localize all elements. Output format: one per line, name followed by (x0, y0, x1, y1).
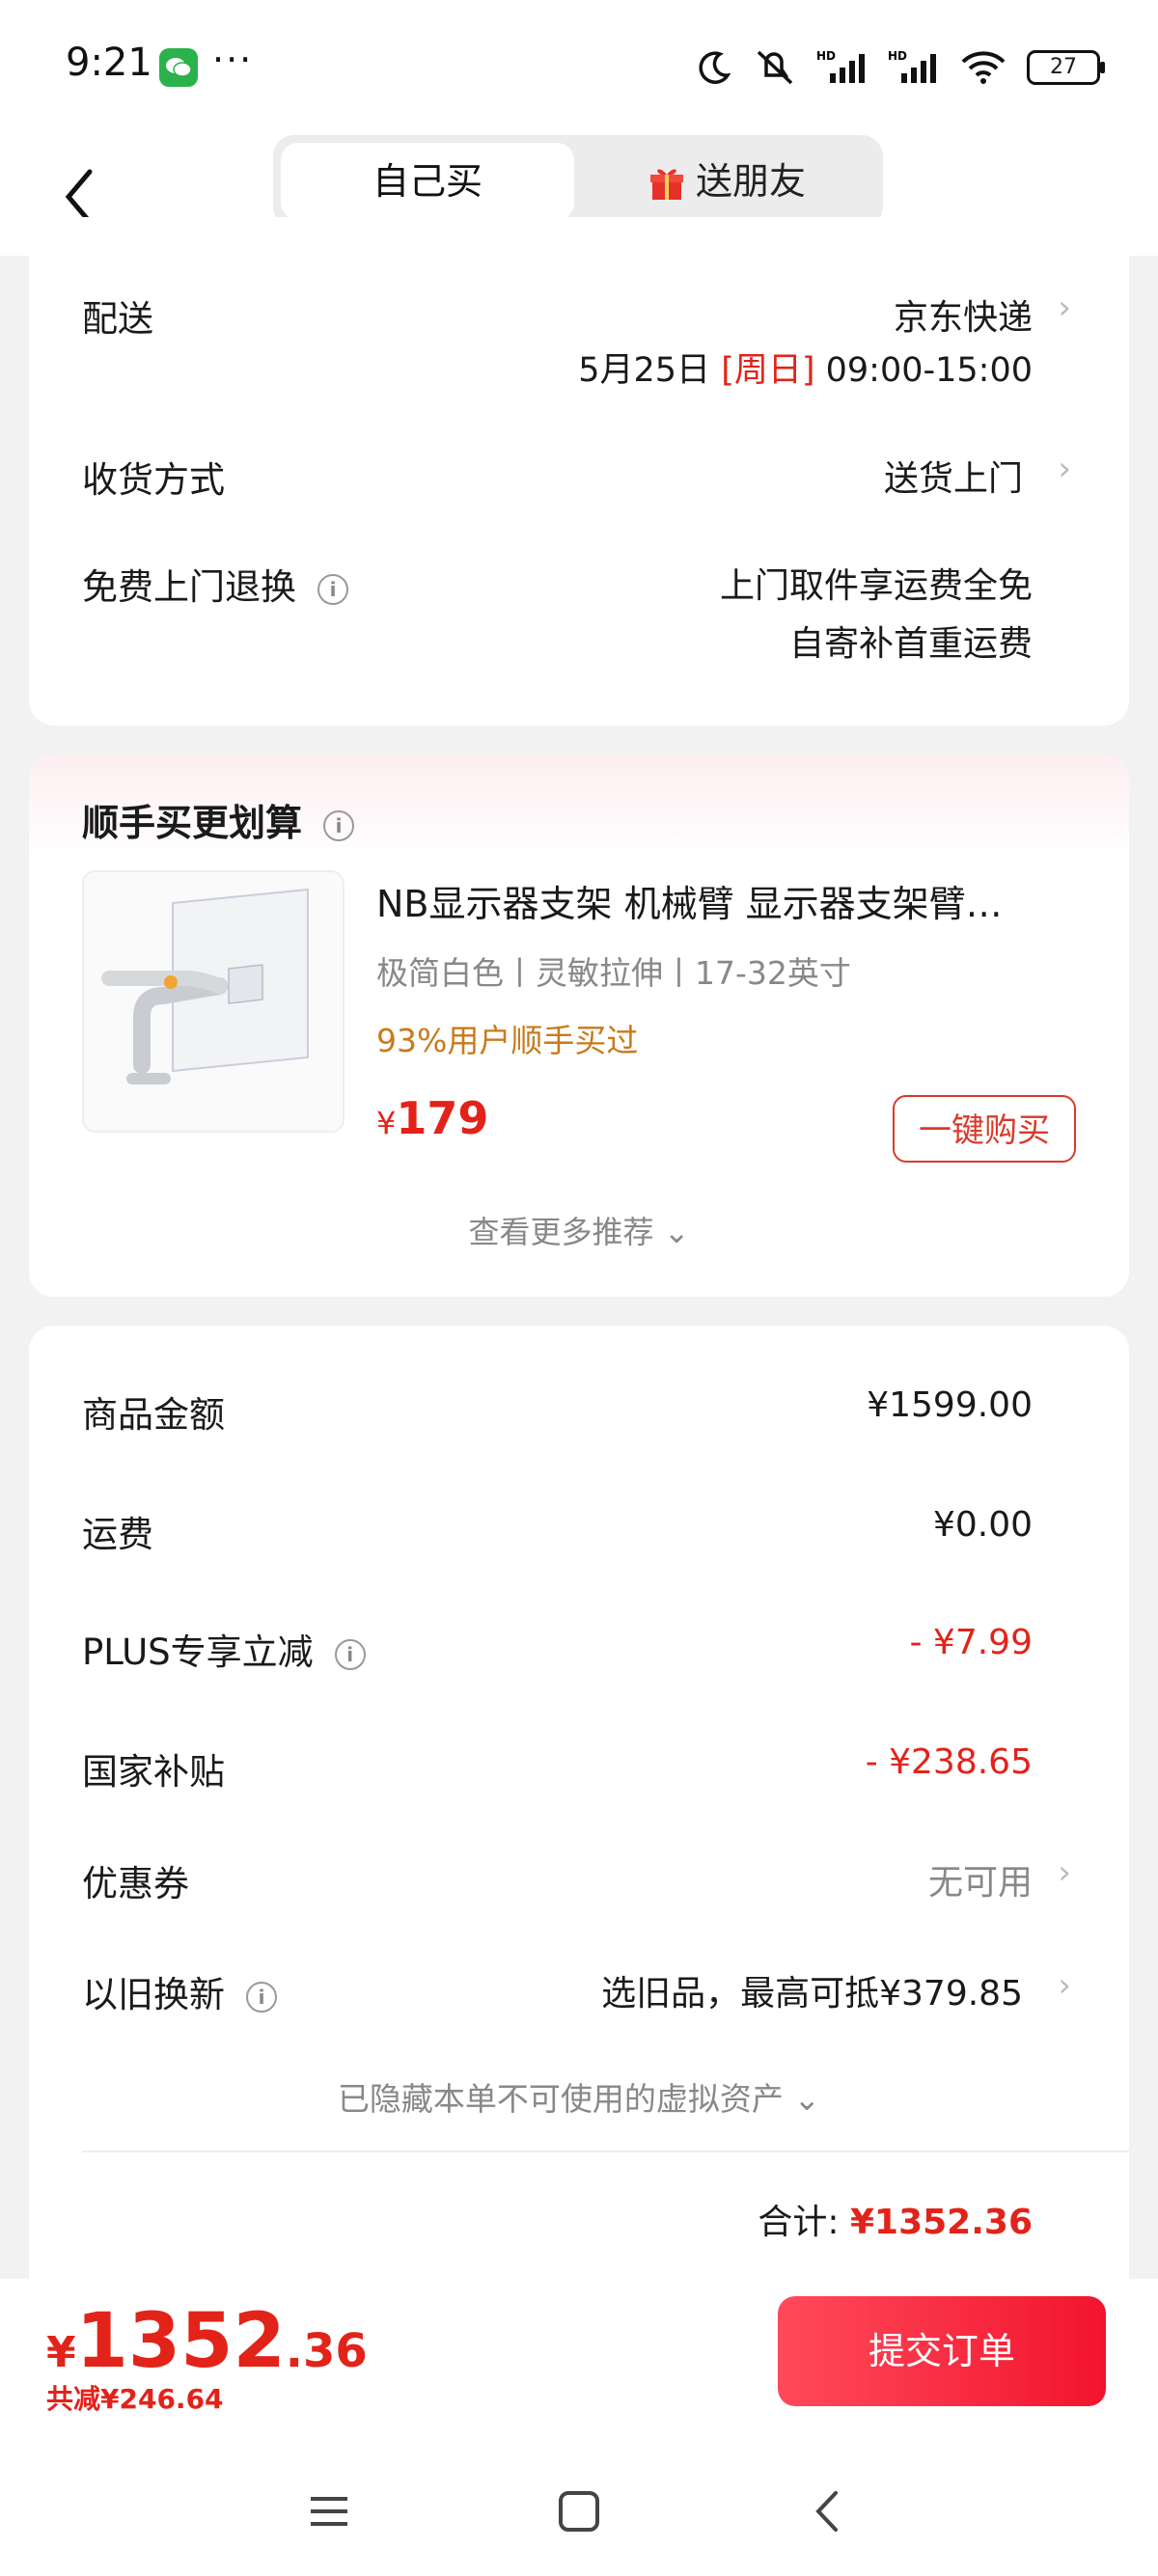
see-more-label: 查看更多推荐 (468, 1214, 654, 1250)
home-icon[interactable] (557, 2489, 601, 2534)
shipping-fee-label: 运费 (82, 1514, 153, 1555)
svg-text:HD: HD (888, 49, 907, 63)
delivery-card: 配送 京东快递 › 5月25日 [周日] 09:00-15:00 收货方式 送货… (29, 217, 1129, 726)
delivery-weekday: [周日] (721, 351, 815, 390)
coupon-label: 优惠券 (82, 1863, 189, 1905)
tab-buy-for-self[interactable]: 自己买 (281, 143, 574, 220)
total-row: 合计: ¥1352.36 (758, 2194, 1033, 2244)
hidden-assets-label: 已隐藏本单不可使用的虚拟资产 (337, 2080, 784, 2118)
divider (82, 2151, 1129, 2152)
trade-in-row: 以旧换新 i (82, 1965, 277, 2017)
one-click-buy-button[interactable]: 一键购买 (893, 1095, 1076, 1163)
plus-discount-label: PLUS专享立减 (82, 1631, 314, 1673)
final-price: ¥1352.36 (46, 2298, 368, 2385)
recommend-card: 顺手买更划算 i NB显示器支架 机械臂 显示器支架臂… 极简白色丨灵敏拉伸丨17… (29, 754, 1129, 1297)
info-icon[interactable]: i (317, 573, 348, 605)
submit-order-button[interactable]: 提交订单 (778, 2296, 1106, 2406)
chevron-right-icon: › (1058, 288, 1071, 327)
do-not-disturb-icon (699, 51, 731, 84)
goods-amount-label: 商品金额 (82, 1394, 225, 1436)
checkout-bar: ¥1352.36 共减¥246.64 提交订单 (0, 2279, 1158, 2451)
coupon-value[interactable]: 无可用 (928, 1854, 1033, 1905)
purchase-mode-switch: 自己买 送朋友 (273, 135, 883, 228)
system-nav-bar (0, 2451, 1158, 2576)
final-price-dec: .36 (285, 2324, 368, 2378)
product-spec: 极简白色丨灵敏拉伸丨17-32英寸 (376, 954, 851, 992)
tab-send-to-friend[interactable]: 送朋友 (582, 143, 871, 220)
battery-icon: 27 (1027, 50, 1105, 85)
see-more-recommend[interactable]: 查看更多推荐 ⌄ (29, 1208, 1129, 1252)
info-icon[interactable]: i (246, 1981, 277, 2013)
shipping-fee-value: ¥0.00 (932, 1505, 1033, 1545)
chevron-right-icon: › (1058, 1853, 1071, 1892)
status-time: 9:21 (66, 41, 152, 85)
wechat-icon (159, 48, 198, 87)
info-icon[interactable]: i (334, 1638, 366, 1670)
status-icons: HD HD 27 (695, 46, 1105, 89)
svg-text:HD: HD (816, 49, 836, 63)
hidden-assets-toggle[interactable]: 已隐藏本单不可使用的虚拟资产 ⌄ (29, 2073, 1129, 2120)
recommend-title-row: 顺手买更划算 i (82, 793, 355, 846)
gift-icon (649, 169, 683, 200)
back-nav-icon[interactable] (807, 2489, 851, 2534)
price-value: 179 (396, 1092, 489, 1144)
total-saved: 共减¥246.64 (46, 2383, 224, 2415)
final-price-int: 1352 (75, 2298, 286, 2385)
more-notifications-icon: ··· (212, 39, 254, 81)
delivery-time[interactable]: 5月25日 [周日] 09:00-15:00 (578, 343, 1033, 392)
status-bar: 9:21 ··· HD HD 27 (0, 0, 1158, 135)
plus-discount-row: PLUS专享立减 i (82, 1623, 366, 1675)
delivery-window: 09:00-15:00 (825, 351, 1033, 390)
delivery-carrier[interactable]: 京东快递 (894, 289, 1033, 340)
free-return-label: 免费上门退换 (82, 566, 296, 608)
monitor-arm-image (101, 888, 309, 1084)
free-return-line2: 自寄补首重运费 (788, 624, 1033, 664)
plus-discount-value: - ¥7.99 (909, 1623, 1034, 1662)
chevron-right-icon: › (1058, 450, 1071, 488)
product-image[interactable] (82, 870, 345, 1133)
receive-method-value[interactable]: 送货上门 (884, 451, 1023, 501)
menu-icon[interactable] (307, 2489, 351, 2534)
receive-method-label: 收货方式 (82, 459, 225, 501)
signal-hd-icon-2: HD (888, 49, 936, 83)
signal-hd-icon: HD (816, 49, 865, 83)
trade-in-value[interactable]: 选旧品，最高可抵¥379.85 (601, 1965, 1023, 2015)
product-price: ¥179 (376, 1092, 488, 1144)
national-subsidy-value: - ¥238.65 (865, 1742, 1033, 1782)
chevron-down-icon: ⌄ (793, 2080, 821, 2118)
delivery-label: 配送 (82, 298, 153, 340)
tab-send-to-friend-label: 送朋友 (695, 160, 806, 203)
chevron-down-icon: ⌄ (663, 1214, 690, 1250)
price-summary-card: 商品金额 ¥1599.00 运费 ¥0.00 PLUS专享立减 i - ¥7.99… (29, 1326, 1129, 2310)
goods-amount-value: ¥1599.00 (867, 1385, 1033, 1425)
free-return-row: 免费上门退换 i (82, 558, 348, 610)
product-title[interactable]: NB显示器支架 机械臂 显示器支架臂… (376, 874, 1003, 927)
free-return-line1: 上门取件享运费全免 (719, 566, 1033, 606)
final-price-currency: ¥ (46, 2328, 76, 2377)
delivery-date: 5月25日 (578, 351, 711, 390)
mute-icon (757, 50, 793, 85)
price-currency: ¥ (376, 1105, 397, 1141)
info-icon[interactable]: i (323, 809, 355, 841)
wifi-icon (961, 51, 1006, 84)
national-subsidy-label: 国家补贴 (82, 1751, 225, 1793)
recommend-title: 顺手买更划算 (82, 802, 303, 844)
total-value: ¥1352.36 (849, 2203, 1033, 2242)
total-label: 合计: (758, 2203, 840, 2242)
trade-in-label: 以旧换新 (82, 1974, 225, 2015)
product-buyers: 93%用户顺手买过 (376, 1022, 639, 1059)
chevron-right-icon: › (1058, 1966, 1071, 2005)
